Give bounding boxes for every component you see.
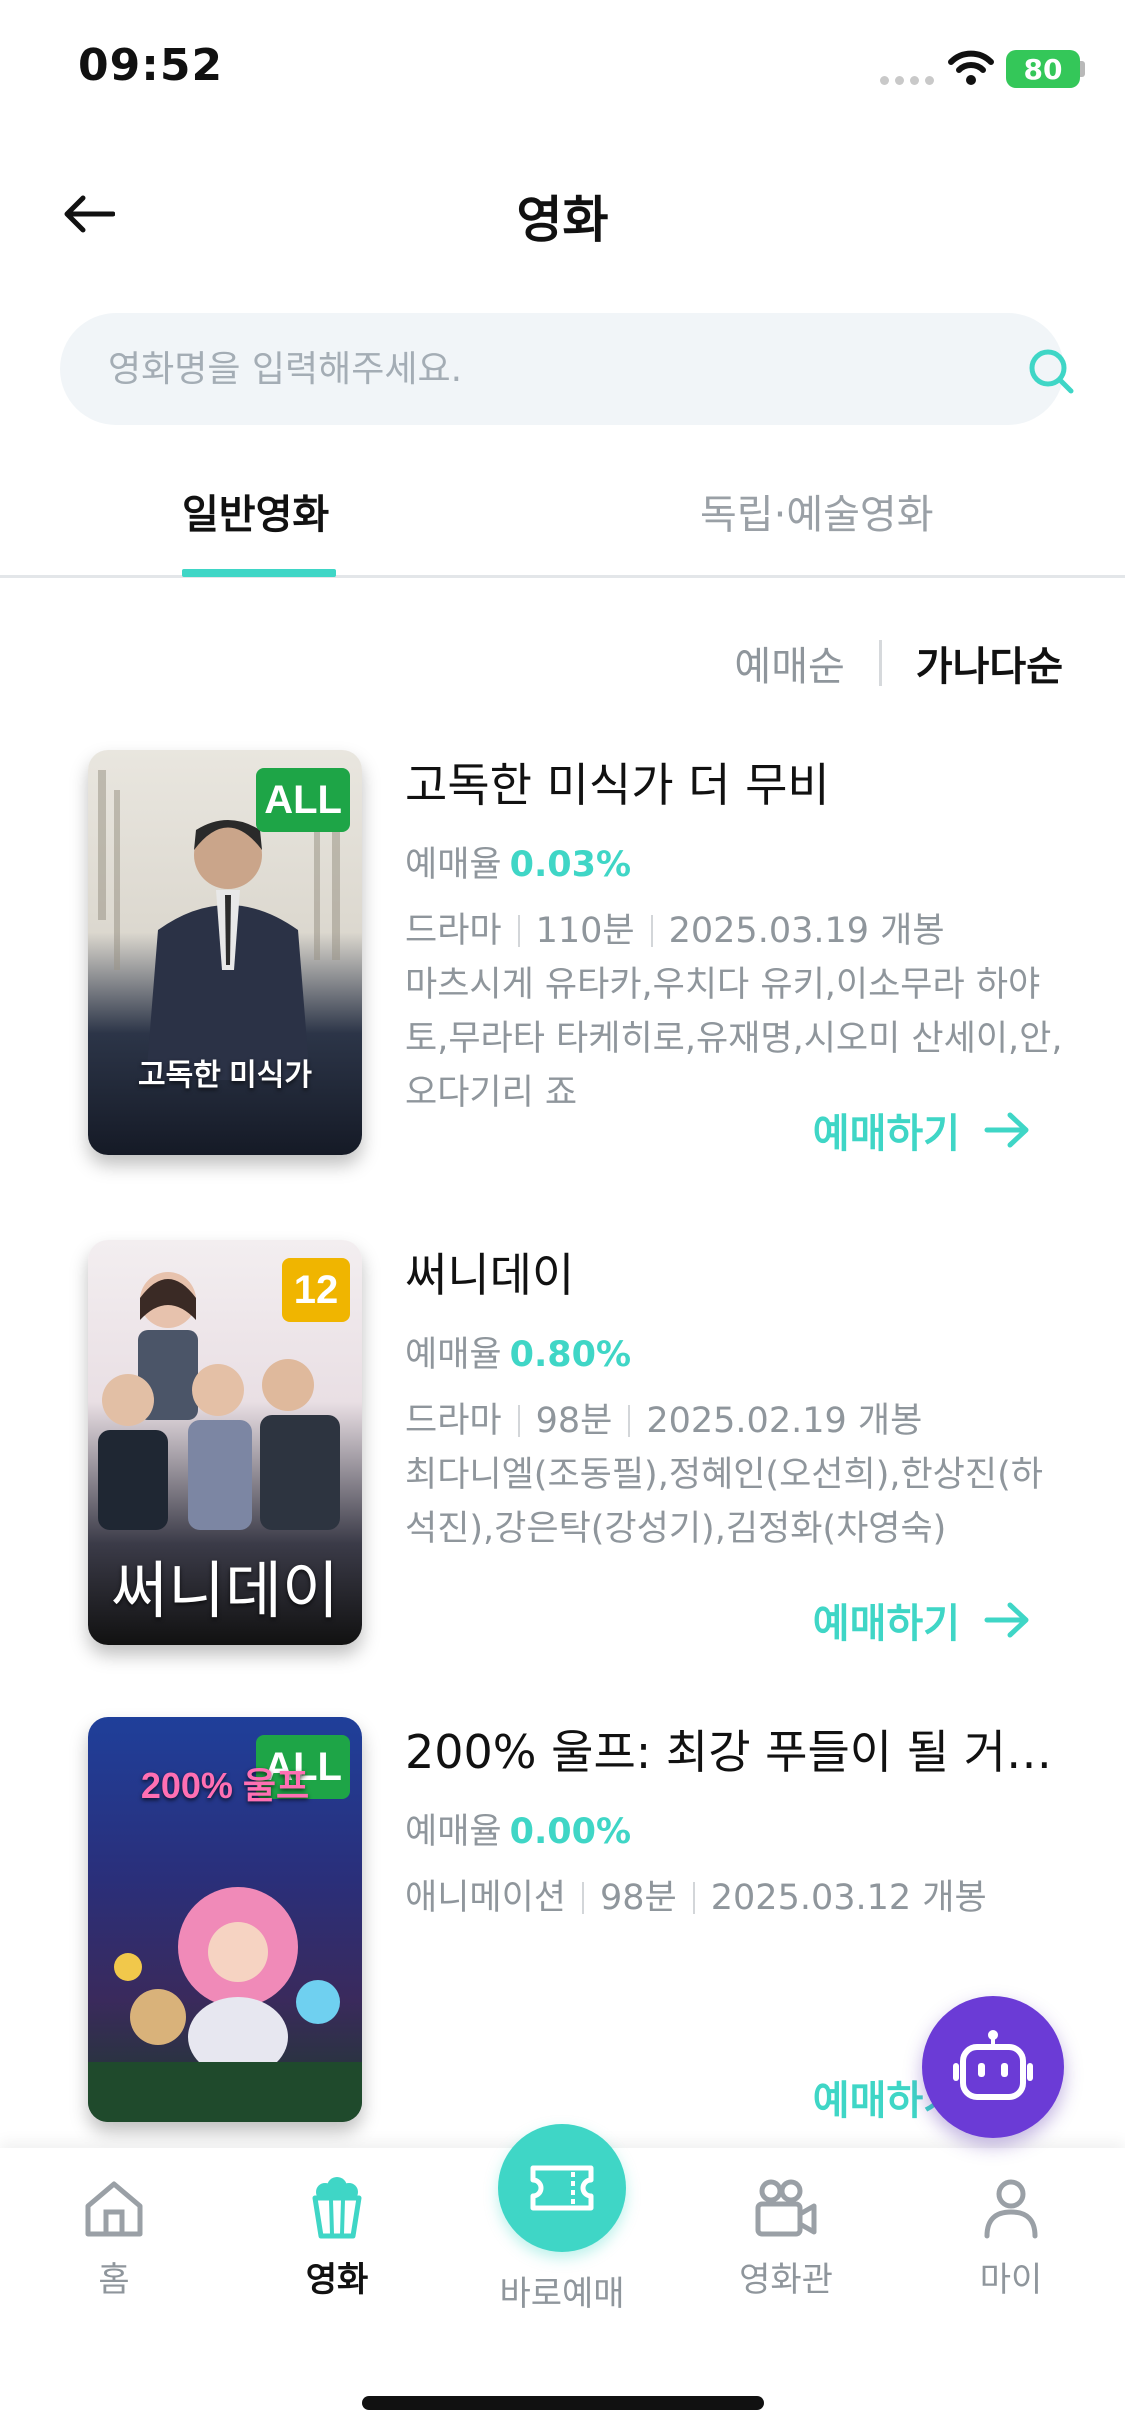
battery-indicator: 80 [1006,50,1080,88]
battery-level: 80 [1023,52,1063,86]
sort-by-booking-rate[interactable]: 예매순 [734,634,844,692]
meta-divider [517,1405,520,1437]
movie-category-tabs: 일반영화 독립·예술영화 [0,460,1125,578]
poster-title: 200% 울프 [140,1765,310,1806]
search-bar [60,313,1074,425]
book-button[interactable]: 예매하기 [813,1100,1030,1160]
arrow-right-icon [984,1112,1029,1148]
movie-meta: 애니메이션 98분 2025.03.12 개봉 [405,1871,1065,1925]
book-button[interactable]: 예매하기 [813,1590,1030,1650]
tab-indie-art-movies[interactable]: 독립·예술영화 [700,482,934,540]
nav-my-label: 마이 [979,2260,1043,2300]
home-indicator [362,2396,764,2410]
nav-home-label: 홈 [98,2260,130,2300]
booking-rate-value: 0.00% [509,1812,632,1852]
robot-icon [953,2030,1033,2100]
meta-divider [692,1882,695,1914]
nav-movie-label: 영화 [305,2260,369,2300]
booking-rate-label: 예매율 [405,1812,502,1852]
arrow-right-icon [984,1602,1029,1638]
wifi-icon [948,50,994,85]
book-button-label: 예매하기 [812,1111,960,1157]
sort-divider [878,640,882,686]
movie-release-date: 2025.03.12 개봉 [710,1878,987,1918]
search-icon[interactable] [1026,346,1076,396]
movie-meta: 드라마 110분 2025.03.19 개봉 [405,904,1065,958]
movie-genre: 애니메이션 [405,1878,567,1918]
meta-divider [650,915,653,947]
age-rating-badge: ALL [256,768,350,832]
person-icon [984,2179,1038,2239]
movie-info: 200% 울프: 최강 푸들이 될 거야! 예매율 0.00% 애니메이션 98분… [405,1717,1065,1925]
movie-poster[interactable]: ALL 200% 울프 [88,1717,362,2122]
ticket-icon [530,2165,594,2211]
booking-rate-label: 예매율 [405,845,502,885]
nav-home[interactable]: 홈 [24,2176,204,2301]
nav-movie[interactable]: 영화 [247,2176,427,2301]
movie-runtime: 98분 [600,1878,677,1918]
movie-cast: 마츠시게 유타카,우치다 유키,이소무라 하야토,무라타 타케히로,유재명,시오… [405,965,1063,1113]
nav-theater[interactable]: 영화관 [696,2176,876,2301]
home-icon [85,2181,143,2237]
status-bar: 09:52 80 [0,0,1125,140]
movie-list-item[interactable]: ALL 고독한 미식가 고독한 미식가 더 무비 예매율 0.03% 드라마 11… [0,750,1125,1170]
status-time: 09:52 [78,40,224,91]
nav-quick-booking-label: 바로예매 [499,2274,625,2314]
nav-quick-booking[interactable]: 바로예매 [472,2124,652,2315]
booking-rate: 예매율 0.80% [405,1330,1065,1380]
page-title: 영화 [516,191,609,249]
sort-alphabetical[interactable]: 가나다순 [916,634,1063,692]
meta-divider [628,1405,631,1437]
booking-rate-value: 0.80% [509,1335,632,1375]
header: 영화 [0,160,1125,270]
tab-general-movies[interactable]: 일반영화 [182,482,329,540]
movie-release-date: 2025.03.19 개봉 [668,911,945,951]
camera-icon [755,2179,817,2237]
poster-title: 고독한 미식가 [138,1059,312,1092]
movie-genre: 드라마 [405,911,502,951]
meta-divider [582,1882,585,1914]
nav-my[interactable]: 마이 [921,2176,1101,2301]
booking-rate: 예매율 0.00% [405,1807,1065,1857]
quick-booking-button[interactable] [498,2124,626,2252]
movie-title[interactable]: 써니데이 [405,1240,1065,1310]
movie-poster[interactable]: ALL 고독한 미식가 [88,750,362,1155]
age-rating-badge: 12 [282,1258,350,1322]
cellular-signal-icon [880,76,934,85]
movie-meta: 드라마 98분 2025.02.19 개봉 [405,1394,1065,1448]
movie-title[interactable]: 200% 울프: 최강 푸들이 될 거야! [405,1717,1065,1787]
book-button-label: 예매하기 [812,1601,960,1647]
movie-title[interactable]: 고독한 미식가 더 무비 [405,750,1065,820]
movie-release-date: 2025.02.19 개봉 [646,1401,923,1441]
poster-title: 써니데이 [110,1557,340,1626]
movie-genre: 드라마 [405,1401,502,1441]
popcorn-icon [312,2177,362,2239]
active-tab-indicator [182,569,336,577]
chatbot-button[interactable] [922,1996,1064,2138]
nav-theater-label: 영화관 [739,2260,833,2300]
movie-runtime: 110분 [535,911,635,951]
sort-options: 예매순 가나다순 [734,633,1063,693]
movie-info: 써니데이 예매율 0.80% 드라마 98분 2025.02.19 개봉 최다니엘… [405,1240,1065,1556]
battery-cap [1080,61,1085,77]
booking-rate-value: 0.03% [509,845,632,885]
movie-poster[interactable]: 12 써니데이 [88,1240,362,1645]
search-input[interactable] [108,313,968,425]
movie-runtime: 98분 [535,1401,613,1441]
booking-rate: 예매율 0.03% [405,840,1065,890]
movie-cast: 최다니엘(조동필),정혜인(오선희),한상진(하석진),강은탁(강성기),김정화… [405,1455,1043,1549]
movie-info: 고독한 미식가 더 무비 예매율 0.03% 드라마 110분 2025.03.1… [405,750,1065,1120]
movie-list-item[interactable]: 12 써니데이 써니데이 예매율 0.80% 드라마 98분 2025.02.19… [0,1240,1125,1660]
meta-divider [517,915,520,947]
booking-rate-label: 예매율 [405,1335,502,1375]
